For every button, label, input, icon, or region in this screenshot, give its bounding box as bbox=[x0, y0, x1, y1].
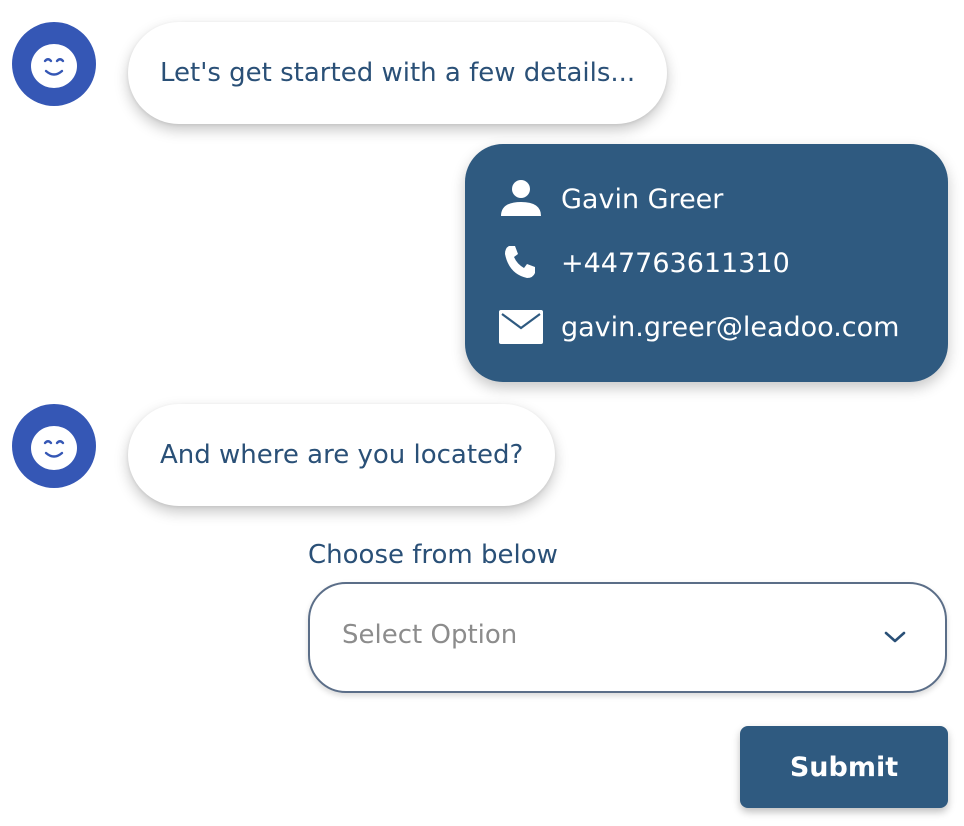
user-phone: +447763611310 bbox=[561, 247, 790, 279]
bot-message-text: And where are you located? bbox=[160, 440, 524, 470]
user-phone-row: +447763611310 bbox=[497, 242, 790, 284]
select-placeholder: Select Option bbox=[342, 620, 518, 650]
robot-face-icon bbox=[31, 44, 77, 88]
user-email: gavin.greer@leadoo.com bbox=[561, 311, 900, 343]
envelope-icon bbox=[497, 306, 545, 348]
person-icon bbox=[497, 178, 545, 220]
phone-icon bbox=[497, 242, 545, 284]
bot-message-text: Let's get started with a few details... bbox=[160, 58, 636, 88]
choose-label: Choose from below bbox=[308, 540, 558, 570]
bot-message-bubble: Let's get started with a few details... bbox=[128, 22, 668, 124]
user-details-bubble: Gavin Greer +447763611310 gavin.greer@le… bbox=[465, 144, 948, 382]
robot-face-icon bbox=[31, 426, 77, 470]
location-select[interactable]: Select Option bbox=[308, 582, 947, 693]
bot-message-bubble: And where are you located? bbox=[128, 404, 556, 506]
user-email-row: gavin.greer@leadoo.com bbox=[497, 306, 899, 348]
user-name-row: Gavin Greer bbox=[497, 178, 723, 220]
submit-button[interactable]: Submit bbox=[740, 726, 948, 808]
user-name: Gavin Greer bbox=[561, 183, 724, 215]
bot-avatar bbox=[12, 404, 96, 488]
bot-avatar bbox=[12, 22, 96, 106]
chevron-down-icon bbox=[884, 631, 906, 643]
